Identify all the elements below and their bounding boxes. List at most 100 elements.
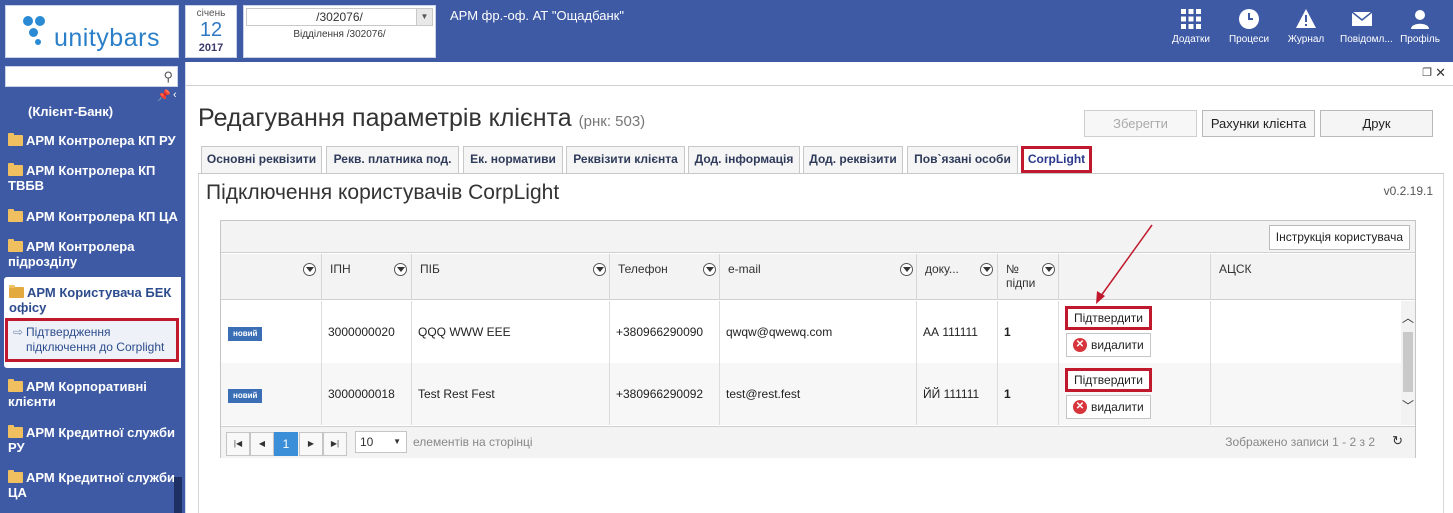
sidebar-item-controller-kp-ru[interactable]: АРМ Контролера КП РУ: [8, 133, 180, 148]
records-info: Зображено записи 1 - 2 з 2: [1225, 435, 1375, 449]
search-icon[interactable]: ⚲: [163, 69, 173, 85]
grid-header: ІПН ПІБ Телефон e-mail доку... № підпи А…: [221, 254, 1415, 300]
restore-window-icon[interactable]: ❐: [1422, 66, 1432, 79]
next-page-button[interactable]: ▶: [299, 432, 323, 456]
date-day: 12: [199, 19, 223, 41]
sidebar-item-controller-kp-tvbv[interactable]: АРМ Контролера КП ТВБВ: [8, 163, 180, 193]
filter-icon[interactable]: [303, 263, 316, 276]
table-row: новий 3000000020 QQQ WWW EEE +3809662900…: [221, 301, 1401, 363]
column-header-pib[interactable]: ПІБ: [412, 254, 610, 300]
filter-icon[interactable]: [394, 263, 407, 276]
filter-icon[interactable]: [593, 263, 606, 276]
tab-additional-details[interactable]: Дод. реквізити: [803, 146, 903, 173]
grid-pager: |◀ ◀ 1 ▶ ▶| 10 ▼ елементів на сторінці З…: [221, 426, 1415, 458]
save-button[interactable]: Зберегти: [1084, 110, 1197, 137]
filter-icon[interactable]: [980, 263, 993, 276]
status-badge: новий: [228, 327, 263, 341]
sidebar-item-back-office[interactable]: АРМ Користувача БЕК офісу ⇨ Підтвердженн…: [4, 277, 181, 368]
tab-corplight[interactable]: CorpLight: [1021, 146, 1092, 173]
date-month: січень: [196, 8, 226, 19]
warning-icon: [1296, 9, 1316, 28]
messages-button-label: Повідомл...: [1340, 34, 1393, 45]
scrollbar-thumb[interactable]: [1403, 332, 1413, 392]
sidebar-item-credit-ru[interactable]: АРМ Кредитної служби РУ: [8, 425, 180, 455]
sidebar-item-controller-kp-ca[interactable]: АРМ Контролера КП ЦА: [8, 209, 180, 224]
sidebar-item-label: АРМ Кредитної служби ЦА: [8, 470, 176, 500]
sidebar-subitem-label: Підтвердження підключення до Corplight: [26, 325, 165, 354]
apps-button[interactable]: Додатки: [1169, 8, 1213, 45]
user-instruction-button[interactable]: Інструкція користувача: [1268, 225, 1410, 250]
tab-client-details[interactable]: Реквізити клієнта: [566, 146, 685, 173]
app-title: АРМ фр.-оф. АТ "Ощадбанк": [450, 8, 624, 23]
pin-icon[interactable]: 📌: [157, 89, 171, 102]
tab-economic-norms[interactable]: Ек. нормативи: [463, 146, 563, 173]
messages-button[interactable]: Повідомл...: [1340, 8, 1393, 45]
first-page-button[interactable]: |◀: [226, 432, 250, 456]
tab-taxpayer-details[interactable]: Рекв. платника под.: [326, 146, 459, 173]
confirm-button[interactable]: Підтвердити: [1065, 368, 1153, 392]
unitybars-logo[interactable]: unitybars: [5, 5, 179, 58]
delete-label: видалити: [1091, 338, 1144, 352]
version-label: v0.2.19.1: [1383, 184, 1433, 198]
sidebar-item-label: АРМ Кредитної служби РУ: [8, 425, 176, 455]
delete-button[interactable]: ✕ видалити: [1066, 333, 1151, 357]
tab-content: Підключення користувачів CorpLight v0.2.…: [198, 174, 1444, 513]
column-header-email[interactable]: e-mail: [720, 254, 917, 300]
column-header-phone[interactable]: Телефон: [610, 254, 720, 300]
column-header-document[interactable]: доку...: [917, 254, 998, 300]
sidebar-search-input[interactable]: ⚲: [5, 66, 178, 87]
column-header-sign-no[interactable]: № підпи: [998, 254, 1059, 300]
page-number-button[interactable]: 1: [274, 432, 298, 456]
sidebar-item-corporate-clients[interactable]: АРМ Корпоративні клієнти: [8, 379, 180, 409]
sidebar-item-client-bank[interactable]: (Клієнт-Банк): [28, 104, 200, 119]
collapse-icon[interactable]: ‹: [173, 89, 177, 101]
last-page-button[interactable]: ▶|: [323, 432, 347, 456]
chevron-down-icon[interactable]: ▼: [416, 9, 432, 25]
tab-additional-info[interactable]: Дод. інформація: [688, 146, 800, 173]
date-widget[interactable]: січень 12 2017: [185, 5, 237, 58]
profile-button[interactable]: Профіль: [1398, 8, 1442, 45]
sidebar-scrollbar[interactable]: [174, 477, 182, 513]
sign-no-cell: 1: [998, 301, 1059, 363]
sidebar-subitem-corplight-confirm[interactable]: ⇨ Підтвердження підключення до Corplight: [5, 318, 179, 362]
column-header-ipn[interactable]: ІПН: [322, 254, 412, 300]
close-icon[interactable]: ✕: [1435, 65, 1446, 81]
sign-no-cell: 1: [998, 363, 1059, 425]
column-header-actions: [1059, 254, 1211, 300]
print-button[interactable]: Друк: [1320, 110, 1433, 137]
column-header-acsk[interactable]: АЦСК: [1211, 254, 1415, 300]
sidebar-item-label: (Клієнт-Банк): [28, 104, 114, 119]
sidebar-item-credit-ca[interactable]: АРМ Кредитної служби ЦА: [8, 470, 180, 500]
acsk-cell: [1211, 301, 1401, 363]
grid-scrollbar[interactable]: ︿ ﹀: [1401, 301, 1415, 425]
sidebar-item-controller-unit[interactable]: АРМ Контролера підрозділу: [8, 239, 180, 269]
page-size-select[interactable]: 10 ▼: [355, 431, 407, 453]
filter-icon[interactable]: [1042, 263, 1055, 276]
delete-button[interactable]: ✕ видалити: [1066, 395, 1151, 419]
filter-icon[interactable]: [703, 263, 716, 276]
folder-icon: [8, 163, 23, 176]
per-page-label: елементів на сторінці: [413, 435, 533, 449]
scroll-up-icon[interactable]: ︿: [1401, 311, 1415, 325]
ipn-cell: 3000000018: [322, 363, 412, 425]
client-accounts-button[interactable]: Рахунки клієнта: [1202, 110, 1315, 137]
refresh-icon[interactable]: ↻: [1392, 433, 1403, 449]
delete-label: видалити: [1091, 400, 1144, 414]
tab-related-persons[interactable]: Пов`язані особи: [907, 146, 1018, 173]
delete-icon: ✕: [1073, 338, 1087, 352]
table-row: новий 3000000018 Test Rest Fest +3809662…: [221, 363, 1401, 425]
users-grid: Інструкція користувача ІПН ПІБ Телефон e…: [220, 220, 1416, 458]
folder-open-icon: [9, 285, 24, 298]
confirm-button[interactable]: Підтвердити: [1065, 306, 1153, 330]
email-cell: test@rest.fest: [720, 363, 917, 425]
date-year: 2017: [198, 42, 224, 54]
processes-button[interactable]: Процеси: [1227, 8, 1271, 45]
actions-cell: Підтвердити ✕ видалити: [1059, 301, 1211, 363]
prev-page-button[interactable]: ◀: [250, 432, 274, 456]
scroll-down-icon[interactable]: ﹀: [1401, 399, 1415, 413]
filter-icon[interactable]: [900, 263, 913, 276]
journal-button[interactable]: Журнал: [1284, 8, 1328, 45]
tab-main-details[interactable]: Основні реквізити: [201, 146, 322, 173]
folder-icon: [8, 209, 23, 222]
branch-dropdown[interactable]: /302076/ ▼: [246, 8, 433, 26]
